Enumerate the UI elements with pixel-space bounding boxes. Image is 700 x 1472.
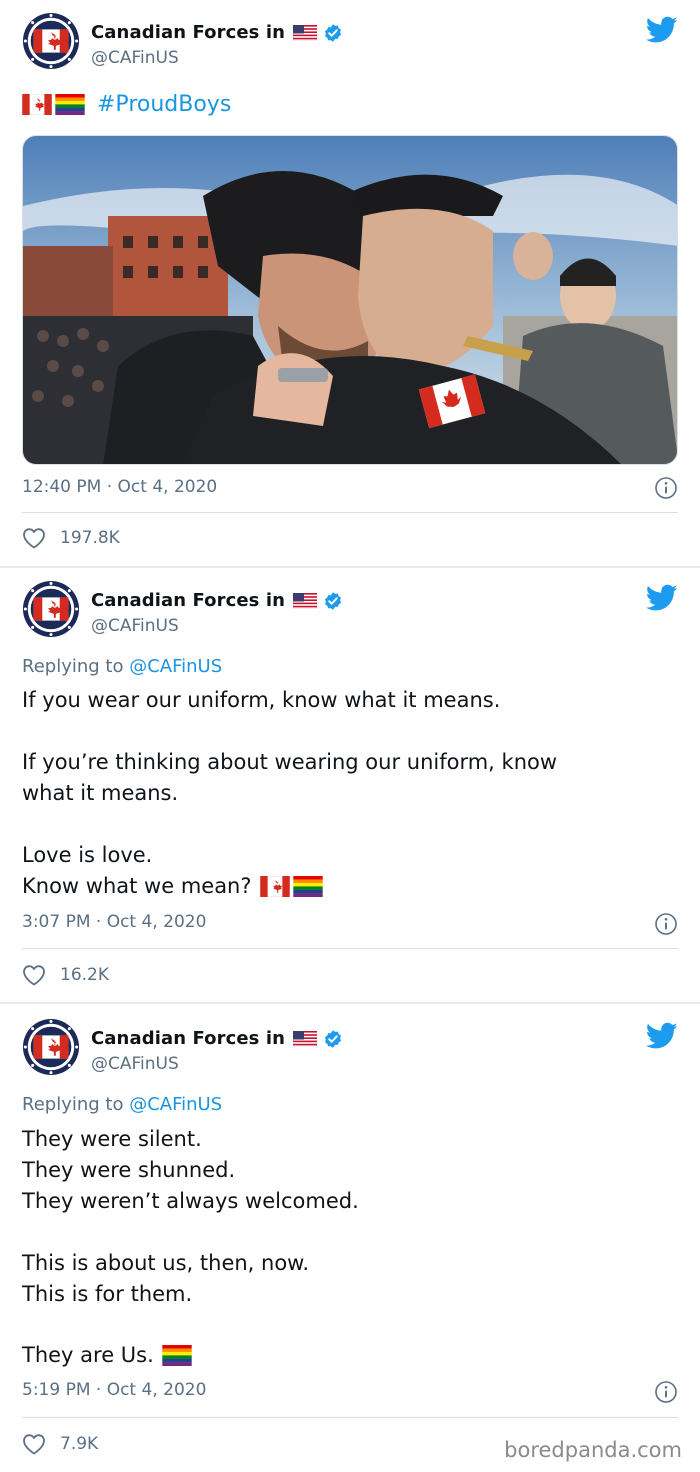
info-icon[interactable] [654, 1380, 678, 1404]
replying-to-handle[interactable]: @CAFinUS [129, 656, 222, 677]
verified-badge-icon [323, 23, 343, 43]
like-button[interactable]: 16.2K [22, 964, 109, 986]
boredpanda-watermark: boredpanda.com [504, 1438, 682, 1462]
rainbow-flag-icon [55, 94, 85, 115]
tweet-text-line: This is about us, then, now. [22, 1251, 310, 1275]
replying-to-label: Replying to [22, 1094, 130, 1115]
tweet-text-line: If you wear our uniform, know what it me… [22, 688, 501, 712]
replying-to-handle[interactable]: @CAFinUS [129, 1094, 222, 1115]
tweet-text-line: If you’re thinking about wearing our uni… [22, 750, 558, 774]
tweet-text-line-with-emoji: Know what we mean? [22, 871, 323, 902]
tweet-photo[interactable] [22, 135, 678, 465]
tweet-text-line: They are Us. [22, 1343, 154, 1367]
verified-badge-icon [323, 1029, 343, 1049]
tweet-timestamp[interactable]: 3:07 PM · Oct 4, 2020 [22, 912, 206, 932]
heart-icon [22, 964, 46, 986]
tweet-timestamp[interactable]: 12:40 PM · Oct 4, 2020 [22, 477, 217, 497]
account-name[interactable]: Canadian Forces in [91, 590, 285, 611]
canada-flag-icon [22, 94, 52, 115]
heart-icon [22, 527, 46, 549]
account-name-row: Canadian Forces in [91, 590, 343, 611]
info-icon[interactable] [654, 912, 678, 936]
tweet-text-line: Know what we mean? [22, 874, 252, 898]
tweet-text-line: This is for them. [22, 1282, 193, 1306]
twitter-bird-icon[interactable] [646, 1022, 678, 1050]
tweet-timestamp[interactable]: 5:19 PM · Oct 4, 2020 [22, 1380, 206, 1400]
hashtag-link[interactable]: #ProudBoys [97, 89, 231, 120]
tweet-text-line: Love is love. [22, 843, 153, 867]
account-name[interactable]: Canadian Forces in [91, 1028, 285, 1049]
avatar[interactable] [22, 580, 80, 638]
tweet-text-line: what it means. [22, 781, 179, 805]
account-handle[interactable]: @CAFinUS [91, 616, 179, 636]
divider [22, 1417, 678, 1418]
account-name[interactable]: Canadian Forces in [91, 22, 285, 43]
twitter-bird-icon[interactable] [646, 584, 678, 612]
tweet-header: Canadian Forces in @CAFinUS [22, 1018, 678, 1078]
replying-to-label: Replying to [22, 656, 130, 677]
avatar[interactable] [22, 1018, 80, 1076]
tweet-1[interactable]: Canadian Forces in @CAFinUS #ProudBoys 1… [0, 0, 700, 566]
like-count: 197.8K [60, 528, 120, 548]
account-handle[interactable]: @CAFinUS [91, 1054, 179, 1074]
like-count: 16.2K [60, 965, 109, 985]
rainbow-flag-icon [293, 876, 323, 897]
tweet-text: #ProudBoys [22, 89, 231, 120]
tweet-2[interactable]: Canadian Forces in @CAFinUS Replying to … [0, 568, 700, 1002]
account-name-row: Canadian Forces in [91, 1028, 343, 1049]
replying-to: Replying to @CAFinUS [22, 1094, 222, 1115]
tweet-separator [0, 1002, 700, 1004]
tweet-3[interactable]: Canadian Forces in @CAFinUS Replying to … [0, 1006, 700, 1472]
account-name-row: Canadian Forces in [91, 22, 343, 43]
us-flag-icon [293, 593, 317, 609]
account-handle[interactable]: @CAFinUS [91, 48, 179, 68]
like-button[interactable]: 7.9K [22, 1433, 98, 1455]
tweet-text-line-with-emoji: They are Us. [22, 1340, 192, 1371]
divider [22, 948, 678, 949]
tweet-header: Canadian Forces in @CAFinUS [22, 12, 678, 72]
avatar[interactable] [22, 12, 80, 70]
tweet-text-line: They were silent. [22, 1127, 202, 1151]
kissing-sailors-photo [23, 136, 677, 464]
divider [22, 512, 678, 513]
us-flag-icon [293, 1031, 317, 1047]
info-icon[interactable] [654, 476, 678, 500]
twitter-bird-icon[interactable] [646, 16, 678, 44]
tweet-header: Canadian Forces in @CAFinUS [22, 580, 678, 640]
canada-flag-icon [260, 876, 290, 897]
like-button[interactable]: 197.8K [22, 527, 120, 549]
replying-to: Replying to @CAFinUS [22, 656, 222, 677]
rainbow-flag-icon [162, 1345, 192, 1366]
heart-icon [22, 1433, 46, 1455]
us-flag-icon [293, 25, 317, 41]
tweet-text-line: They were shunned. [22, 1158, 236, 1182]
verified-badge-icon [323, 591, 343, 611]
tweet-text-line: They weren’t always welcomed. [22, 1189, 359, 1213]
like-count: 7.9K [60, 1434, 99, 1454]
